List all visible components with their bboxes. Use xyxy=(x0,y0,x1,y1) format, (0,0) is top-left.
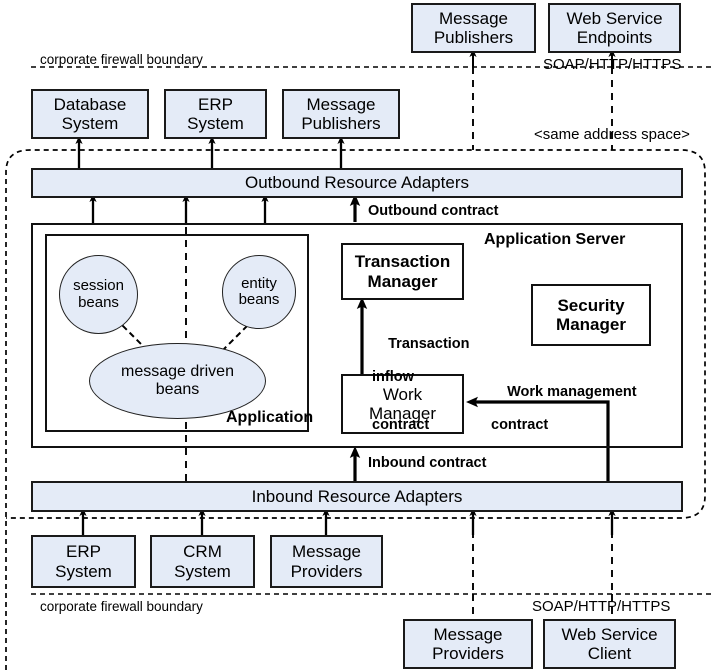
node-line-1: entity xyxy=(241,274,277,292)
firewall-boundary-top-label: corporate firewall boundary xyxy=(40,52,203,67)
inbound-contract-label: Inbound contract xyxy=(368,455,487,471)
box-line-2: Manager xyxy=(556,315,626,334)
box-line-1: Message xyxy=(292,542,361,562)
box-line-1: ERP xyxy=(66,542,101,562)
box-line-1: Message xyxy=(306,94,376,114)
inbound-resource-adapters-bar[interactable]: Inbound Resource Adapters xyxy=(31,481,683,512)
work-management-contract-label: Work management contract xyxy=(491,368,637,465)
outbound-contract-label: Outbound contract xyxy=(368,203,499,219)
box-line-2: Publishers xyxy=(301,114,381,133)
label-line-2: contract xyxy=(491,416,549,433)
box-line-1: Security xyxy=(557,295,625,315)
box-line-1: Message xyxy=(433,624,503,644)
transaction-manager-box[interactable]: Transaction Manager xyxy=(341,243,464,300)
box-line-2: Publishers xyxy=(433,28,514,47)
label-line-1: Transaction xyxy=(388,336,470,353)
outbound-resource-adapters-bar[interactable]: Outbound Resource Adapters xyxy=(31,168,683,198)
protocol-label-top: SOAP/HTTP/HTTPS xyxy=(543,56,682,73)
label-line-2: inflow xyxy=(372,368,414,385)
box-line-2: System xyxy=(174,561,231,581)
label-line-3: contract xyxy=(372,417,430,434)
application-title: Application xyxy=(226,409,314,426)
external-box-web-service-endpoints[interactable]: Web Service Endpoints xyxy=(548,3,681,53)
box-line-2: Client xyxy=(587,644,632,663)
external-box-erp-system-bottom[interactable]: ERP System xyxy=(31,535,136,588)
box-line-2: Endpoints xyxy=(576,28,653,47)
entity-beans-node[interactable]: entity beans xyxy=(222,255,296,329)
external-box-web-service-client[interactable]: Web Service Client xyxy=(543,619,676,669)
box-line-1: ERP xyxy=(198,94,233,114)
node-line-1: session xyxy=(73,277,124,294)
address-space-label: <same address space> xyxy=(534,126,690,143)
transaction-inflow-contract-label: Transaction inflow contract xyxy=(372,320,470,466)
inbound-resource-adapters-label: Inbound Resource Adapters xyxy=(251,486,463,506)
box-line-2: Providers xyxy=(432,644,504,663)
external-box-database-system[interactable]: Database System xyxy=(31,89,149,139)
outbound-resource-adapters-label: Outbound Resource Adapters xyxy=(245,173,469,193)
security-manager-box[interactable]: Security Manager xyxy=(531,284,651,346)
firewall-boundary-bottom-label: corporate firewall boundary xyxy=(40,599,203,614)
box-line-1: Database xyxy=(53,94,127,114)
application-server-title: Application Server xyxy=(484,231,626,248)
box-line-2: Providers xyxy=(290,561,363,581)
external-box-message-providers-bottom[interactable]: Message Providers xyxy=(403,619,533,669)
box-line-1: Transaction xyxy=(354,252,451,272)
box-line-1: Web Service xyxy=(566,8,663,28)
box-line-2: System xyxy=(55,561,112,581)
box-line-2: System xyxy=(187,114,244,133)
box-line-2: Manager xyxy=(367,271,438,291)
external-box-message-providers-inside[interactable]: Message Providers xyxy=(270,535,383,588)
message-driven-beans-node[interactable]: message driven beans xyxy=(89,343,266,419)
protocol-label-bottom: SOAP/HTTP/HTTPS xyxy=(532,598,671,615)
external-box-crm-system[interactable]: CRM System xyxy=(150,535,255,588)
label-line-1: Work management xyxy=(507,384,637,401)
node-line-2: beans xyxy=(238,291,280,308)
external-box-message-publishers-top[interactable]: Message Publishers xyxy=(411,3,536,53)
box-line-1: Web Service xyxy=(561,624,658,644)
box-line-1: Message xyxy=(439,8,508,28)
node-line-2: beans xyxy=(155,381,200,398)
external-box-erp-system-top[interactable]: ERP System xyxy=(164,89,267,139)
node-line-1: message driven xyxy=(121,362,234,380)
session-beans-node[interactable]: session beans xyxy=(59,255,138,334)
box-line-1: CRM xyxy=(183,542,222,562)
node-line-2: beans xyxy=(78,293,119,311)
box-line-2: System xyxy=(61,114,119,133)
connector-architecture-diagram: Message Publishers Web Service Endpoints… xyxy=(0,0,711,670)
external-box-message-publishers-inside[interactable]: Message Publishers xyxy=(282,89,400,139)
